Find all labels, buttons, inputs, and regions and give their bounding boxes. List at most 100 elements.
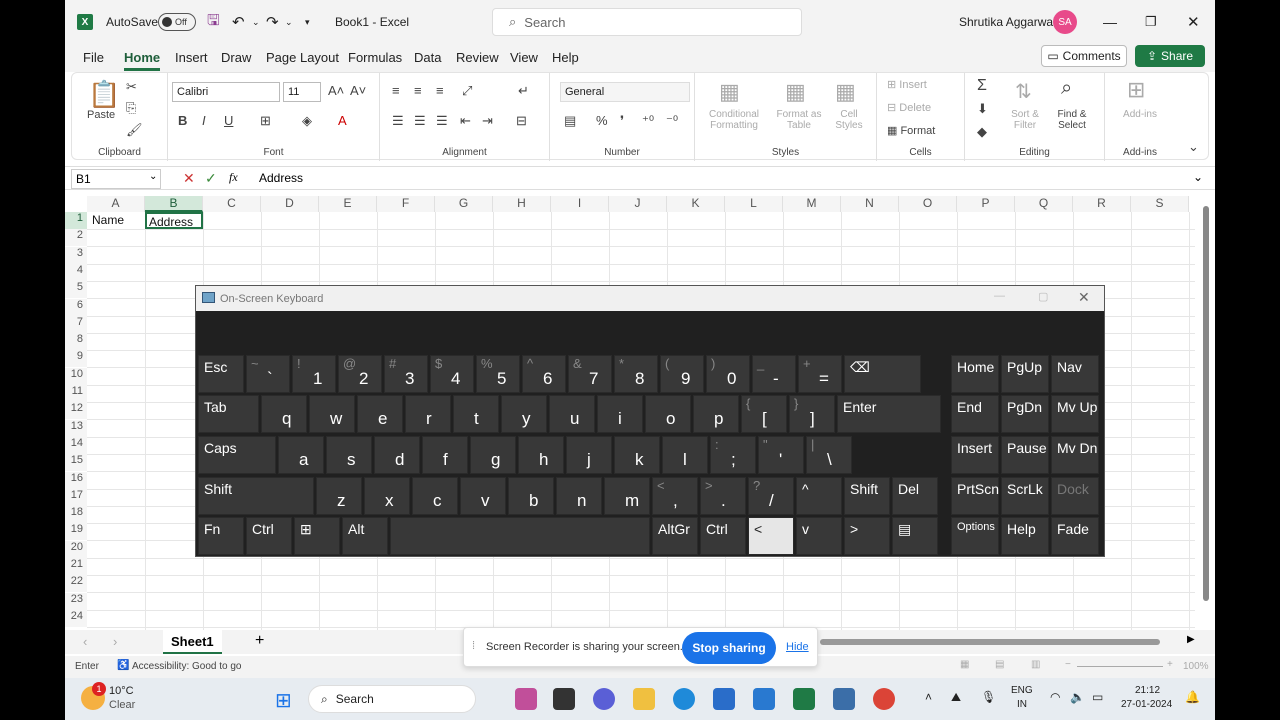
clear-icon[interactable]: ◆ bbox=[977, 124, 987, 140]
column-header-m[interactable]: M bbox=[783, 196, 841, 212]
key-row4-5[interactable]: b bbox=[508, 477, 554, 515]
key-row3-4[interactable]: f bbox=[422, 436, 468, 474]
key-row1-10[interactable]: (9 bbox=[660, 355, 704, 393]
avatar[interactable]: SA bbox=[1053, 0, 1077, 44]
nav-key-1-2[interactable]: Mv Up bbox=[1051, 395, 1099, 433]
number-format-select[interactable]: General bbox=[560, 82, 690, 102]
screen-recorder-icon[interactable] bbox=[753, 688, 775, 710]
key-row4-9[interactable]: >. bbox=[700, 477, 746, 515]
key-row4-1[interactable]: z bbox=[316, 477, 362, 515]
edge-icon[interactable] bbox=[673, 688, 695, 710]
osk-minimize-icon[interactable]: — bbox=[994, 290, 1005, 302]
osk-close-icon[interactable]: ✕ bbox=[1078, 289, 1090, 306]
key-row2-0[interactable]: Tab bbox=[198, 395, 259, 433]
collapse-ribbon-icon[interactable]: ⌄ bbox=[1188, 139, 1199, 155]
key-row1-3[interactable]: @2 bbox=[338, 355, 382, 393]
column-header-h[interactable]: H bbox=[493, 196, 551, 212]
row-header-11[interactable]: 11 bbox=[65, 385, 87, 402]
wrap-text-icon[interactable]: ↵ bbox=[518, 83, 529, 99]
conditional-formatting-icon[interactable]: ▦ bbox=[719, 79, 740, 105]
row-header-6[interactable]: 6 bbox=[65, 298, 87, 316]
key-row3-7[interactable]: j bbox=[566, 436, 612, 474]
redo-icon[interactable]: ↷ bbox=[266, 0, 279, 44]
add-ins-icon[interactable]: ⊞ bbox=[1127, 77, 1145, 103]
app-icon[interactable] bbox=[553, 688, 575, 710]
column-header-r[interactable]: R bbox=[1073, 196, 1131, 212]
row-header-15[interactable]: 15 bbox=[65, 454, 87, 472]
tab-file[interactable]: File bbox=[83, 50, 104, 65]
tab-data[interactable]: Data bbox=[414, 50, 441, 65]
key-row5-5[interactable]: AltGr bbox=[652, 517, 698, 555]
row-header-22[interactable]: 22 bbox=[65, 575, 87, 593]
increase-font-icon[interactable]: A˄ bbox=[328, 83, 344, 98]
store-icon[interactable] bbox=[713, 688, 735, 710]
normal-view-icon[interactable]: ▦ bbox=[960, 659, 969, 670]
row-header-19[interactable]: 19 bbox=[65, 523, 87, 541]
undo-dropdown-icon[interactable]: ⌄ bbox=[252, 0, 260, 44]
key-row2-4[interactable]: r bbox=[405, 395, 451, 433]
key-row1-0[interactable]: Esc bbox=[198, 355, 244, 393]
row-header-13[interactable]: 13 bbox=[65, 419, 87, 437]
zoom-in-icon[interactable]: + bbox=[1167, 659, 1173, 670]
nav-key-3-0[interactable]: PrtScn bbox=[951, 477, 999, 515]
key-row1-9[interactable]: * 8 bbox=[614, 355, 658, 393]
teams-icon[interactable] bbox=[515, 688, 537, 710]
share-button[interactable]: ⇪ Share bbox=[1135, 45, 1205, 67]
key-row4-3[interactable]: c bbox=[412, 477, 458, 515]
nav-key-4-1[interactable]: Help bbox=[1001, 517, 1049, 555]
key-row5-7[interactable]: < bbox=[748, 517, 794, 555]
nav-key-1-0[interactable]: End bbox=[951, 395, 999, 433]
key-row1-14[interactable]: ⌫ bbox=[844, 355, 921, 393]
zoom-out-icon[interactable]: − bbox=[1065, 659, 1071, 670]
italic-icon[interactable]: I bbox=[202, 113, 206, 128]
close-icon[interactable]: ✕ bbox=[1187, 0, 1200, 44]
key-row3-8[interactable]: k bbox=[614, 436, 660, 474]
osk-maximize-icon[interactable]: ▢ bbox=[1038, 290, 1048, 303]
orientation-icon[interactable]: ⤢ bbox=[462, 83, 472, 99]
increase-indent-icon[interactable]: ⇥ bbox=[482, 113, 493, 129]
key-row2-11[interactable]: {[ bbox=[741, 395, 787, 433]
tab-view[interactable]: View bbox=[510, 50, 538, 65]
align-right-icon[interactable]: ☰ bbox=[436, 113, 448, 129]
key-row3-5[interactable]: g bbox=[470, 436, 516, 474]
region-label[interactable]: IN bbox=[1017, 699, 1027, 710]
tray-overflow-icon[interactable]: ˄ bbox=[925, 690, 932, 704]
stop-sharing-button[interactable]: Stop sharing bbox=[682, 632, 776, 664]
row-header-5[interactable]: 5 bbox=[65, 281, 87, 299]
row-header-24[interactable]: 24 bbox=[65, 609, 87, 627]
bottom-align-icon[interactable]: ≡ bbox=[436, 83, 444, 98]
cut-icon[interactable]: ✂ bbox=[126, 79, 137, 95]
column-header-i[interactable]: I bbox=[551, 196, 609, 212]
taskbar-search[interactable]: ⌕ Search bbox=[308, 685, 476, 713]
row-header-18[interactable]: 18 bbox=[65, 506, 87, 524]
key-row1-12[interactable]: _ - bbox=[752, 355, 796, 393]
row-header-8[interactable]: 8 bbox=[65, 333, 87, 351]
column-header-e[interactable]: E bbox=[319, 196, 377, 212]
delete-cells-button[interactable]: ⊟ Delete bbox=[887, 101, 931, 114]
key-row1-6[interactable]: % 5 bbox=[476, 355, 520, 393]
horizontal-scrollbar[interactable] bbox=[820, 639, 1160, 645]
network-icon[interactable]: ⛰ bbox=[951, 690, 961, 705]
cell-a1[interactable]: Name bbox=[90, 212, 145, 229]
key-row1-13[interactable]: + = bbox=[798, 355, 842, 393]
tab-insert[interactable]: Insert bbox=[175, 50, 208, 65]
key-row2-10[interactable]: p bbox=[693, 395, 739, 433]
tab-formulas[interactable]: Formulas bbox=[348, 50, 402, 65]
row-header-21[interactable]: 21 bbox=[65, 558, 87, 575]
column-header-k[interactable]: K bbox=[667, 196, 725, 212]
font-size-select[interactable]: 11 bbox=[283, 82, 321, 102]
format-as-table-icon[interactable]: ▦ bbox=[785, 79, 806, 105]
row-header-14[interactable]: 14 bbox=[65, 436, 87, 454]
column-header-j[interactable]: J bbox=[609, 196, 667, 212]
key-row3-3[interactable]: d bbox=[374, 436, 420, 474]
key-row5-6[interactable]: Ctrl bbox=[700, 517, 746, 555]
column-header-a[interactable]: A bbox=[87, 196, 145, 212]
tab-home[interactable]: Home bbox=[124, 50, 161, 71]
wifi-icon[interactable]: ◠ bbox=[1050, 690, 1060, 704]
notification-icon[interactable]: 🔔 bbox=[1185, 690, 1200, 704]
drag-handle-icon[interactable]: ⁞ bbox=[472, 640, 475, 652]
zoom-slider[interactable] bbox=[1077, 666, 1163, 667]
cancel-icon[interactable]: ✕ bbox=[183, 170, 195, 187]
font-color-icon[interactable]: A bbox=[338, 113, 347, 128]
column-header-o[interactable]: O bbox=[899, 196, 957, 212]
